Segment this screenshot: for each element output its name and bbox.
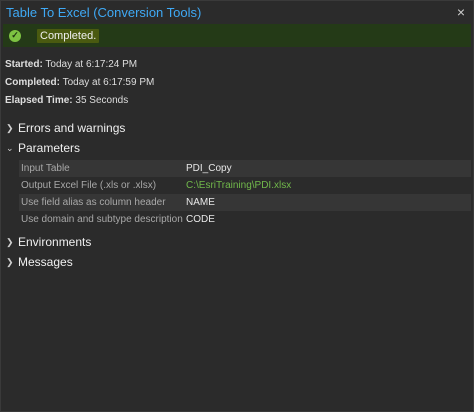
section-messages[interactable]: ❯ Messages: [1, 252, 473, 272]
chevron-right-icon: ❯: [6, 122, 14, 133]
elapsed-label: Elapsed Time:: [5, 95, 73, 106]
started-label: Started:: [5, 59, 43, 70]
close-icon[interactable]: ×: [457, 4, 465, 20]
parameter-key: Use field alias as column header: [21, 197, 166, 208]
elapsed-value: 35 Seconds: [72, 95, 129, 106]
parameter-key: Input Table: [21, 163, 70, 174]
section-parameters[interactable]: ⌄ Parameters: [1, 138, 473, 158]
section-messages-label: Messages: [18, 255, 73, 269]
parameter-row: Output Excel File (.xls or .xlsx) C:\Esr…: [19, 177, 471, 194]
completed-label: Completed:: [5, 77, 60, 88]
section-environments-label: Environments: [18, 235, 92, 249]
parameter-key: Output Excel File (.xls or .xlsx): [21, 180, 157, 191]
tool-title: Table To Excel (Conversion Tools): [6, 4, 202, 20]
output-file-link[interactable]: C:\EsriTraining\PDI.xlsx: [184, 177, 471, 194]
elapsed-row: Elapsed Time: 35 Seconds: [5, 92, 473, 110]
status-text: Completed.: [37, 28, 100, 43]
parameter-row: Use domain and subtype description CODE: [19, 211, 471, 228]
completed-row: Completed: Today at 6:17:59 PM: [5, 74, 473, 92]
parameter-row: Input Table PDI_Copy: [19, 160, 471, 177]
started-value: Today at 6:17:24 PM: [42, 59, 138, 70]
run-info: Started: Today at 6:17:24 PM Completed: …: [1, 47, 473, 110]
parameter-row: Use field alias as column header NAME: [19, 194, 471, 211]
section-parameters-label: Parameters: [18, 141, 81, 155]
parameter-value: NAME: [186, 197, 215, 208]
status-banner: ✓ Completed.: [3, 24, 471, 47]
chevron-down-icon: ⌄: [6, 142, 14, 153]
section-environments[interactable]: ❯ Environments: [1, 232, 473, 252]
parameters-table: Input Table PDI_Copy Output Excel File (…: [19, 160, 471, 228]
parameter-value: PDI_Copy: [186, 163, 232, 174]
title-bar: Table To Excel (Conversion Tools) ×: [1, 1, 473, 23]
check-circle-icon: ✓: [9, 29, 21, 42]
section-errors-warnings[interactable]: ❯ Errors and warnings: [1, 118, 473, 138]
parameter-value: CODE: [186, 214, 215, 225]
geoprocessing-details-window: Table To Excel (Conversion Tools) × ✓ Co…: [0, 0, 474, 412]
chevron-right-icon: ❯: [6, 236, 14, 247]
started-row: Started: Today at 6:17:24 PM: [5, 56, 473, 74]
section-errors-label: Errors and warnings: [18, 121, 126, 135]
chevron-right-icon: ❯: [6, 256, 14, 267]
completed-value: Today at 6:17:59 PM: [60, 77, 155, 88]
parameter-key: Use domain and subtype description: [21, 214, 183, 225]
